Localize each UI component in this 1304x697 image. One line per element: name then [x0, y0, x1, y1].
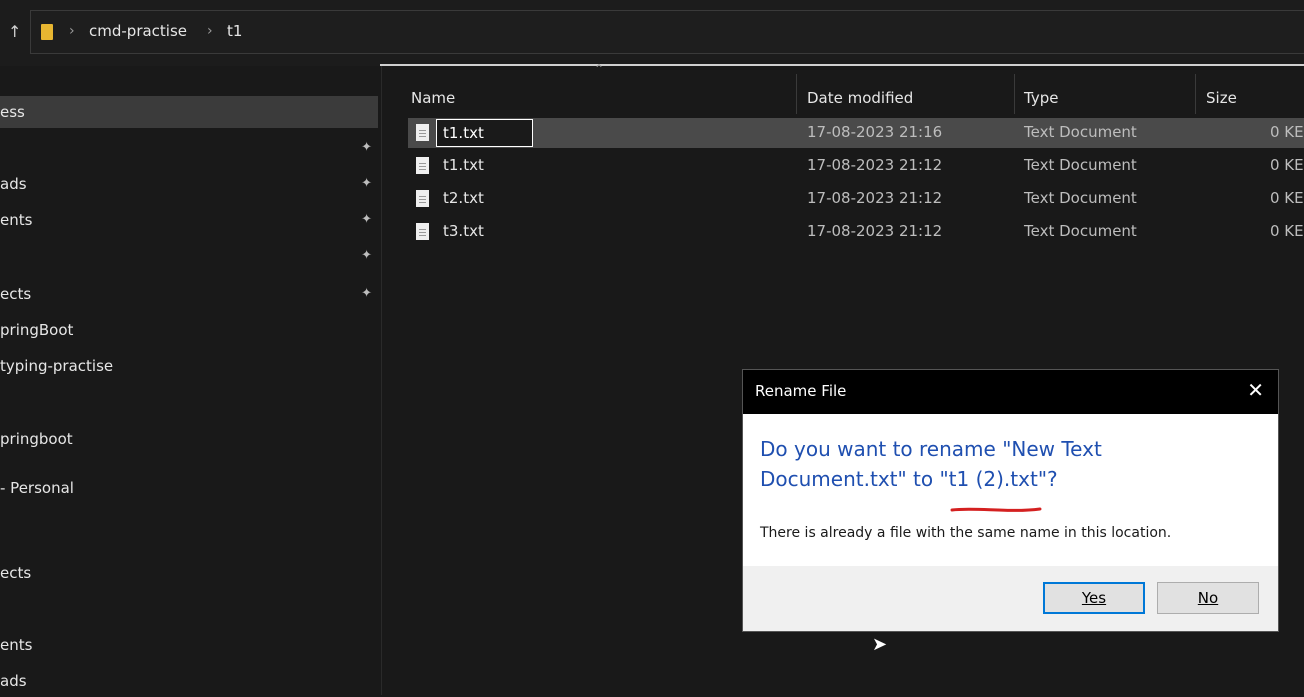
- sidebar-item-objects[interactable]: ects: [0, 557, 378, 589]
- sidebar-item[interactable]: ✦: [0, 132, 378, 164]
- column-divider[interactable]: [796, 74, 797, 114]
- sidebar-item-label: typing-practise: [0, 357, 114, 375]
- sidebar-item-springboot[interactable]: pringBoot: [0, 314, 378, 346]
- sidebar-item-label: ents: [0, 211, 33, 229]
- up-arrow-icon[interactable]: ↑: [8, 22, 21, 41]
- text-file-icon: [416, 223, 429, 240]
- date-modified-cell: 17-08-2023 21:12: [807, 222, 943, 240]
- chevron-right-icon: ›: [69, 23, 75, 39]
- text-file-icon: [416, 190, 429, 207]
- no-button[interactable]: No: [1157, 582, 1259, 614]
- rename-input-value: t1.txt: [443, 124, 484, 142]
- sidebar-item-onedrive-personal[interactable]: - Personal: [0, 472, 378, 504]
- size-cell: 0 KE: [1270, 123, 1304, 141]
- navigation-pane: ess ✦ ads ✦ ents ✦ ✦ ects ✦ pringBoot typin…: [0, 66, 382, 695]
- breadcrumb-cmd-practise[interactable]: cmd-practise: [89, 22, 187, 40]
- sidebar-item-label: ads: [0, 175, 27, 193]
- sidebar-item-downloads-2[interactable]: ads: [0, 665, 378, 697]
- rename-file-dialog: Rename File ✕ Do you want to rename "New…: [743, 370, 1278, 631]
- file-row[interactable]: t3.txt 17-08-2023 21:12 Text Document 0 …: [408, 217, 1304, 247]
- sidebar-item-label: ads: [0, 672, 27, 690]
- sidebar-item-documents-2[interactable]: ents: [0, 629, 378, 661]
- close-icon[interactable]: ✕: [1247, 378, 1264, 402]
- chevron-right-icon: ›: [207, 23, 213, 39]
- size-cell: 0 KE: [1270, 156, 1304, 174]
- column-header-name[interactable]: Name: [411, 76, 455, 120]
- text-file-icon: [416, 124, 429, 141]
- sidebar-item-downloads[interactable]: ads ✦: [0, 168, 378, 200]
- sidebar-item[interactable]: [0, 593, 378, 625]
- sidebar-item-label: pringBoot: [0, 321, 74, 339]
- column-header-date-modified[interactable]: Date modified: [807, 76, 913, 120]
- pin-icon: ✦: [361, 140, 372, 155]
- pin-icon: ✦: [361, 212, 372, 227]
- sidebar-item[interactable]: ✦: [0, 240, 378, 272]
- sidebar-item-projects[interactable]: ects ✦: [0, 278, 378, 310]
- dialog-title-bar[interactable]: Rename File ✕: [743, 370, 1278, 414]
- text-file-icon: [416, 157, 429, 174]
- sidebar-item-label: - Personal: [0, 479, 74, 497]
- sidebar-item-documents[interactable]: ents ✦: [0, 204, 378, 236]
- dialog-question-line-2: Document.txt" to "t1 (2).txt"?: [760, 467, 1058, 491]
- mouse-cursor-icon: ➤: [872, 634, 888, 655]
- column-header-type[interactable]: Type: [1024, 76, 1058, 120]
- sidebar-item-quick-access[interactable]: ess: [0, 96, 378, 128]
- file-row[interactable]: t2.txt 17-08-2023 21:12 Text Document 0 …: [408, 184, 1304, 214]
- date-modified-cell: 17-08-2023 21:16: [807, 123, 943, 141]
- sidebar-item-typing-practise[interactable]: typing-practise: [0, 350, 378, 382]
- red-underline-annotation: [950, 507, 1042, 512]
- file-row[interactable]: t1.txt 17-08-2023 21:16 Text Document 0 …: [408, 118, 1304, 148]
- dialog-question-line-1: Do you want to rename "New Text: [760, 437, 1102, 461]
- sidebar-item-label: ess: [0, 103, 25, 121]
- date-modified-cell: 17-08-2023 21:12: [807, 156, 943, 174]
- date-modified-cell: 17-08-2023 21:12: [807, 189, 943, 207]
- rename-input[interactable]: t1.txt: [436, 119, 533, 147]
- dialog-info-text: There is already a file with the same na…: [760, 525, 1172, 541]
- column-divider[interactable]: [1014, 74, 1015, 114]
- type-cell: Text Document: [1024, 123, 1137, 141]
- sidebar-item-label: pringboot: [0, 430, 73, 448]
- pin-icon: ✦: [361, 176, 372, 191]
- sidebar-item-label: ects: [0, 564, 32, 582]
- yes-button-label: Yes: [1081, 589, 1107, 607]
- address-bar-area: ↑ › cmd-practise › t1: [0, 0, 1304, 66]
- size-cell: 0 KE: [1270, 189, 1304, 207]
- type-cell: Text Document: [1024, 156, 1137, 174]
- file-row[interactable]: t1.txt 17-08-2023 21:12 Text Document 0 …: [408, 151, 1304, 181]
- file-name: t1.txt: [443, 156, 484, 174]
- file-name: t2.txt: [443, 189, 484, 207]
- dialog-question: Do you want to rename "New Text Document…: [760, 434, 1230, 494]
- yes-button[interactable]: Yes: [1043, 582, 1145, 614]
- file-name: t3.txt: [443, 222, 484, 240]
- address-bar[interactable]: › cmd-practise › t1: [30, 10, 1304, 54]
- no-button-label: No: [1197, 589, 1219, 607]
- type-cell: Text Document: [1024, 189, 1137, 207]
- pin-icon: ✦: [361, 286, 372, 301]
- sidebar-item-springboot-2[interactable]: pringboot: [0, 423, 378, 455]
- type-cell: Text Document: [1024, 222, 1137, 240]
- folder-icon: [41, 24, 53, 40]
- size-cell: 0 KE: [1270, 222, 1304, 240]
- sidebar-item-label: ects: [0, 285, 32, 303]
- sort-caret-icon: ⌃: [594, 62, 605, 76]
- breadcrumb-t1[interactable]: t1: [227, 22, 242, 40]
- column-header-size[interactable]: Size: [1206, 76, 1237, 120]
- dialog-footer: Yes No: [743, 566, 1278, 631]
- sidebar-item-label: ents: [0, 636, 33, 654]
- column-divider[interactable]: [1195, 74, 1196, 114]
- dialog-title: Rename File: [755, 382, 847, 400]
- pin-icon: ✦: [361, 248, 372, 263]
